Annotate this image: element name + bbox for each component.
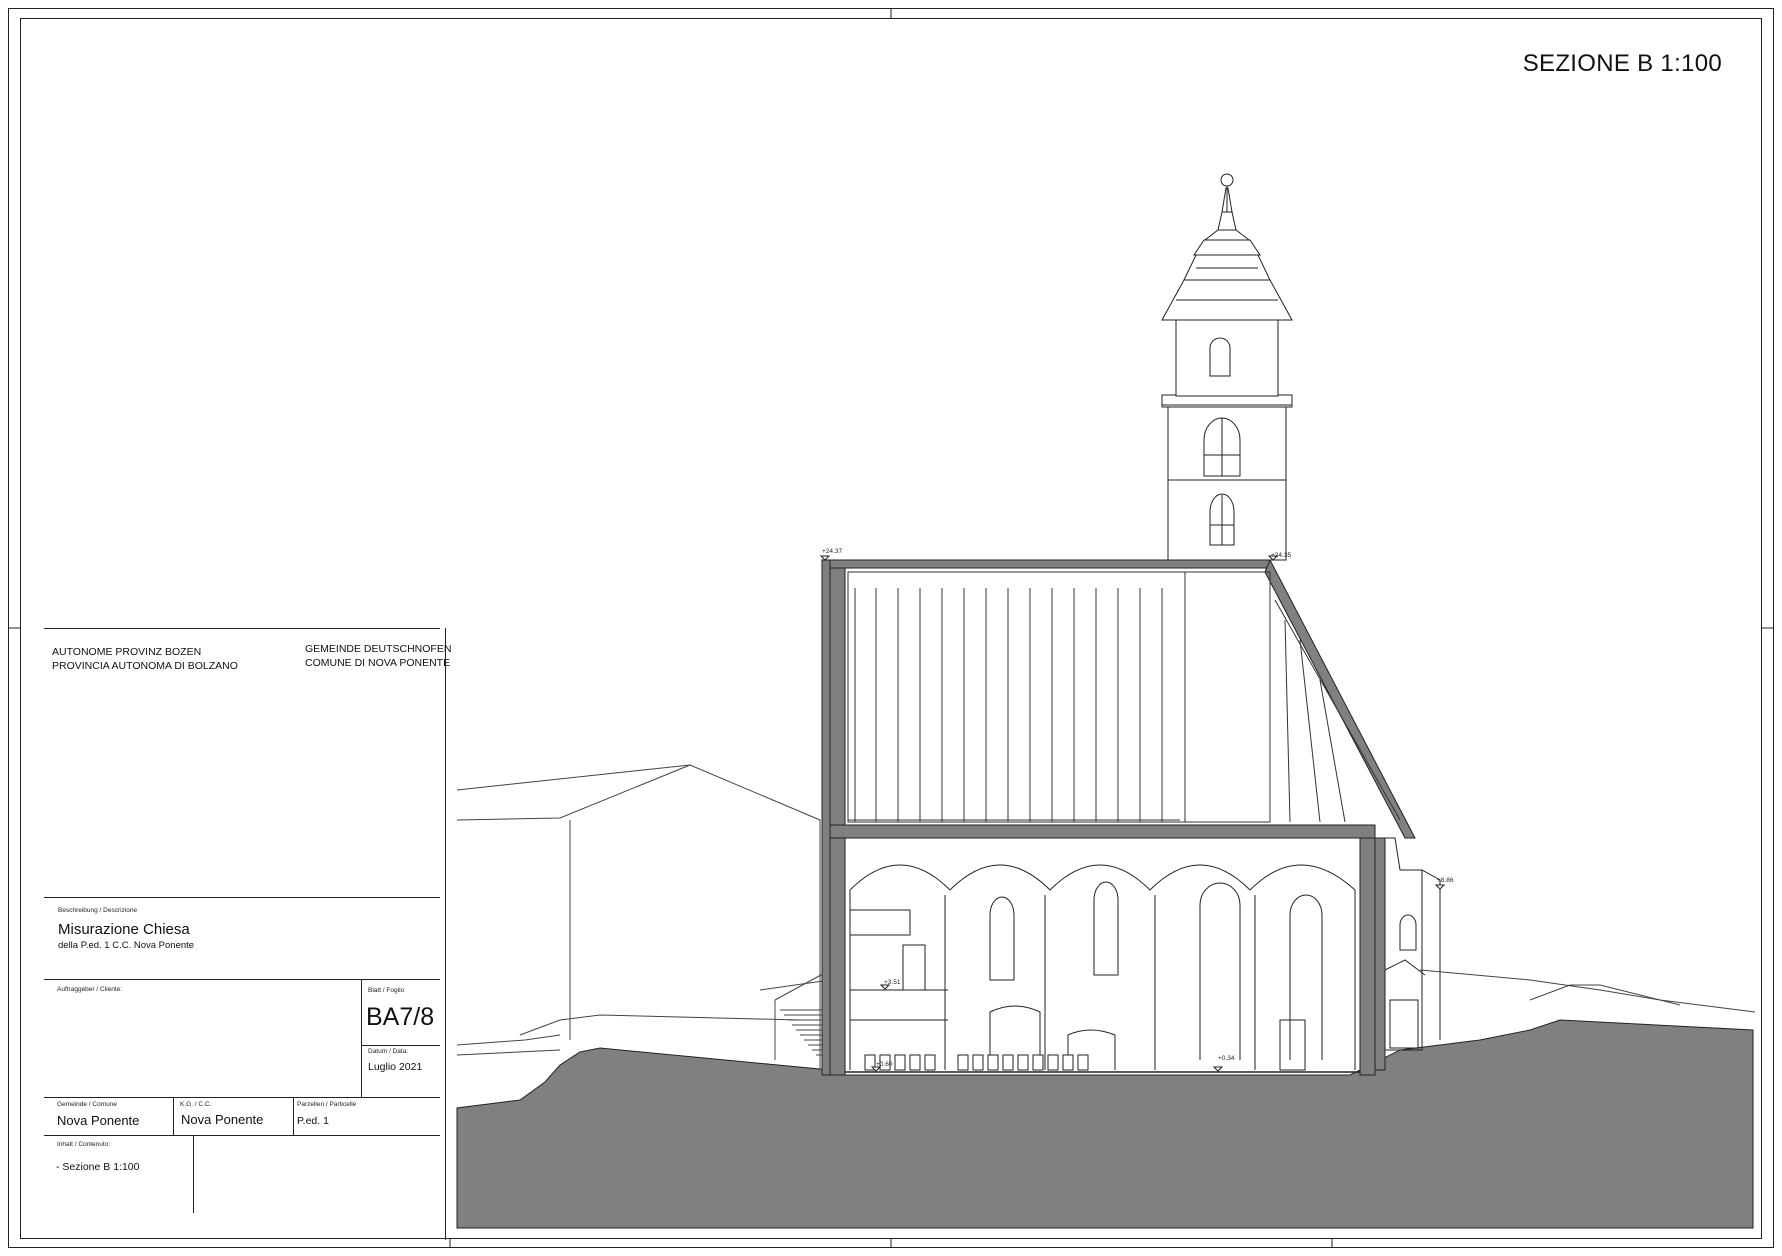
elevation-annex: +8.86 xyxy=(1437,877,1454,884)
date-value: Luglio 2021 xyxy=(368,1061,423,1073)
elevation-markers xyxy=(819,555,1446,1072)
sheet-number: BA7/8 xyxy=(366,1003,435,1031)
content-value: - Sezione B 1:100 xyxy=(56,1161,140,1173)
kg-label: K.G. / C.C. xyxy=(180,1101,212,1108)
parcel-value: P.ed. 1 xyxy=(297,1115,329,1127)
sheet-label: Blatt / Foglio xyxy=(368,987,405,994)
content-label: Inhalt / Contenuto: xyxy=(57,1141,111,1148)
municipality-de: GEMEINDE DEUTSCHNOFEN xyxy=(305,643,452,655)
ground-section xyxy=(456,1019,1754,1229)
parcel-label: Parzellen / Particelle xyxy=(297,1101,357,1108)
description-label: Beschreibung / Descrizione xyxy=(58,907,138,914)
right-annex xyxy=(1384,837,1441,1051)
municipality-label: Gemeinde / Comune xyxy=(57,1101,117,1108)
description-title: Misurazione Chiesa xyxy=(58,921,190,938)
neighbour-building xyxy=(456,764,831,1070)
bell-tower xyxy=(1161,173,1293,561)
client-label: Auftraggeber / Cliente: xyxy=(57,986,123,993)
authority-it: PROVINCIA AUTONOMA DI BOLZANO xyxy=(52,660,238,672)
date-label: Datum / Data: xyxy=(368,1048,409,1055)
kg-value: Nova Ponente xyxy=(181,1112,264,1127)
elevation-floor-right: +0.34 xyxy=(1218,1055,1235,1062)
description-sub: della P.ed. 1 C.C. Nova Ponente xyxy=(58,940,195,951)
attic-trusses xyxy=(847,571,1401,823)
pews xyxy=(864,1054,1089,1071)
elevation-floor-left: +0.60 xyxy=(876,1061,893,1068)
municipality-value: Nova Ponente xyxy=(57,1113,140,1128)
elevation-roof-left: +24.37 xyxy=(822,548,843,555)
elevation-roof-right: +24.35 xyxy=(1271,552,1292,559)
elevation-mezzanine: +3.51 xyxy=(884,979,901,986)
municipality-it: COMUNE DI NOVA PONENTE xyxy=(305,657,451,669)
authority-de: AUTONOME PROVINZ BOZEN xyxy=(52,646,202,658)
right-terrain xyxy=(1419,969,1756,1013)
nave-vaults xyxy=(849,864,1356,1071)
